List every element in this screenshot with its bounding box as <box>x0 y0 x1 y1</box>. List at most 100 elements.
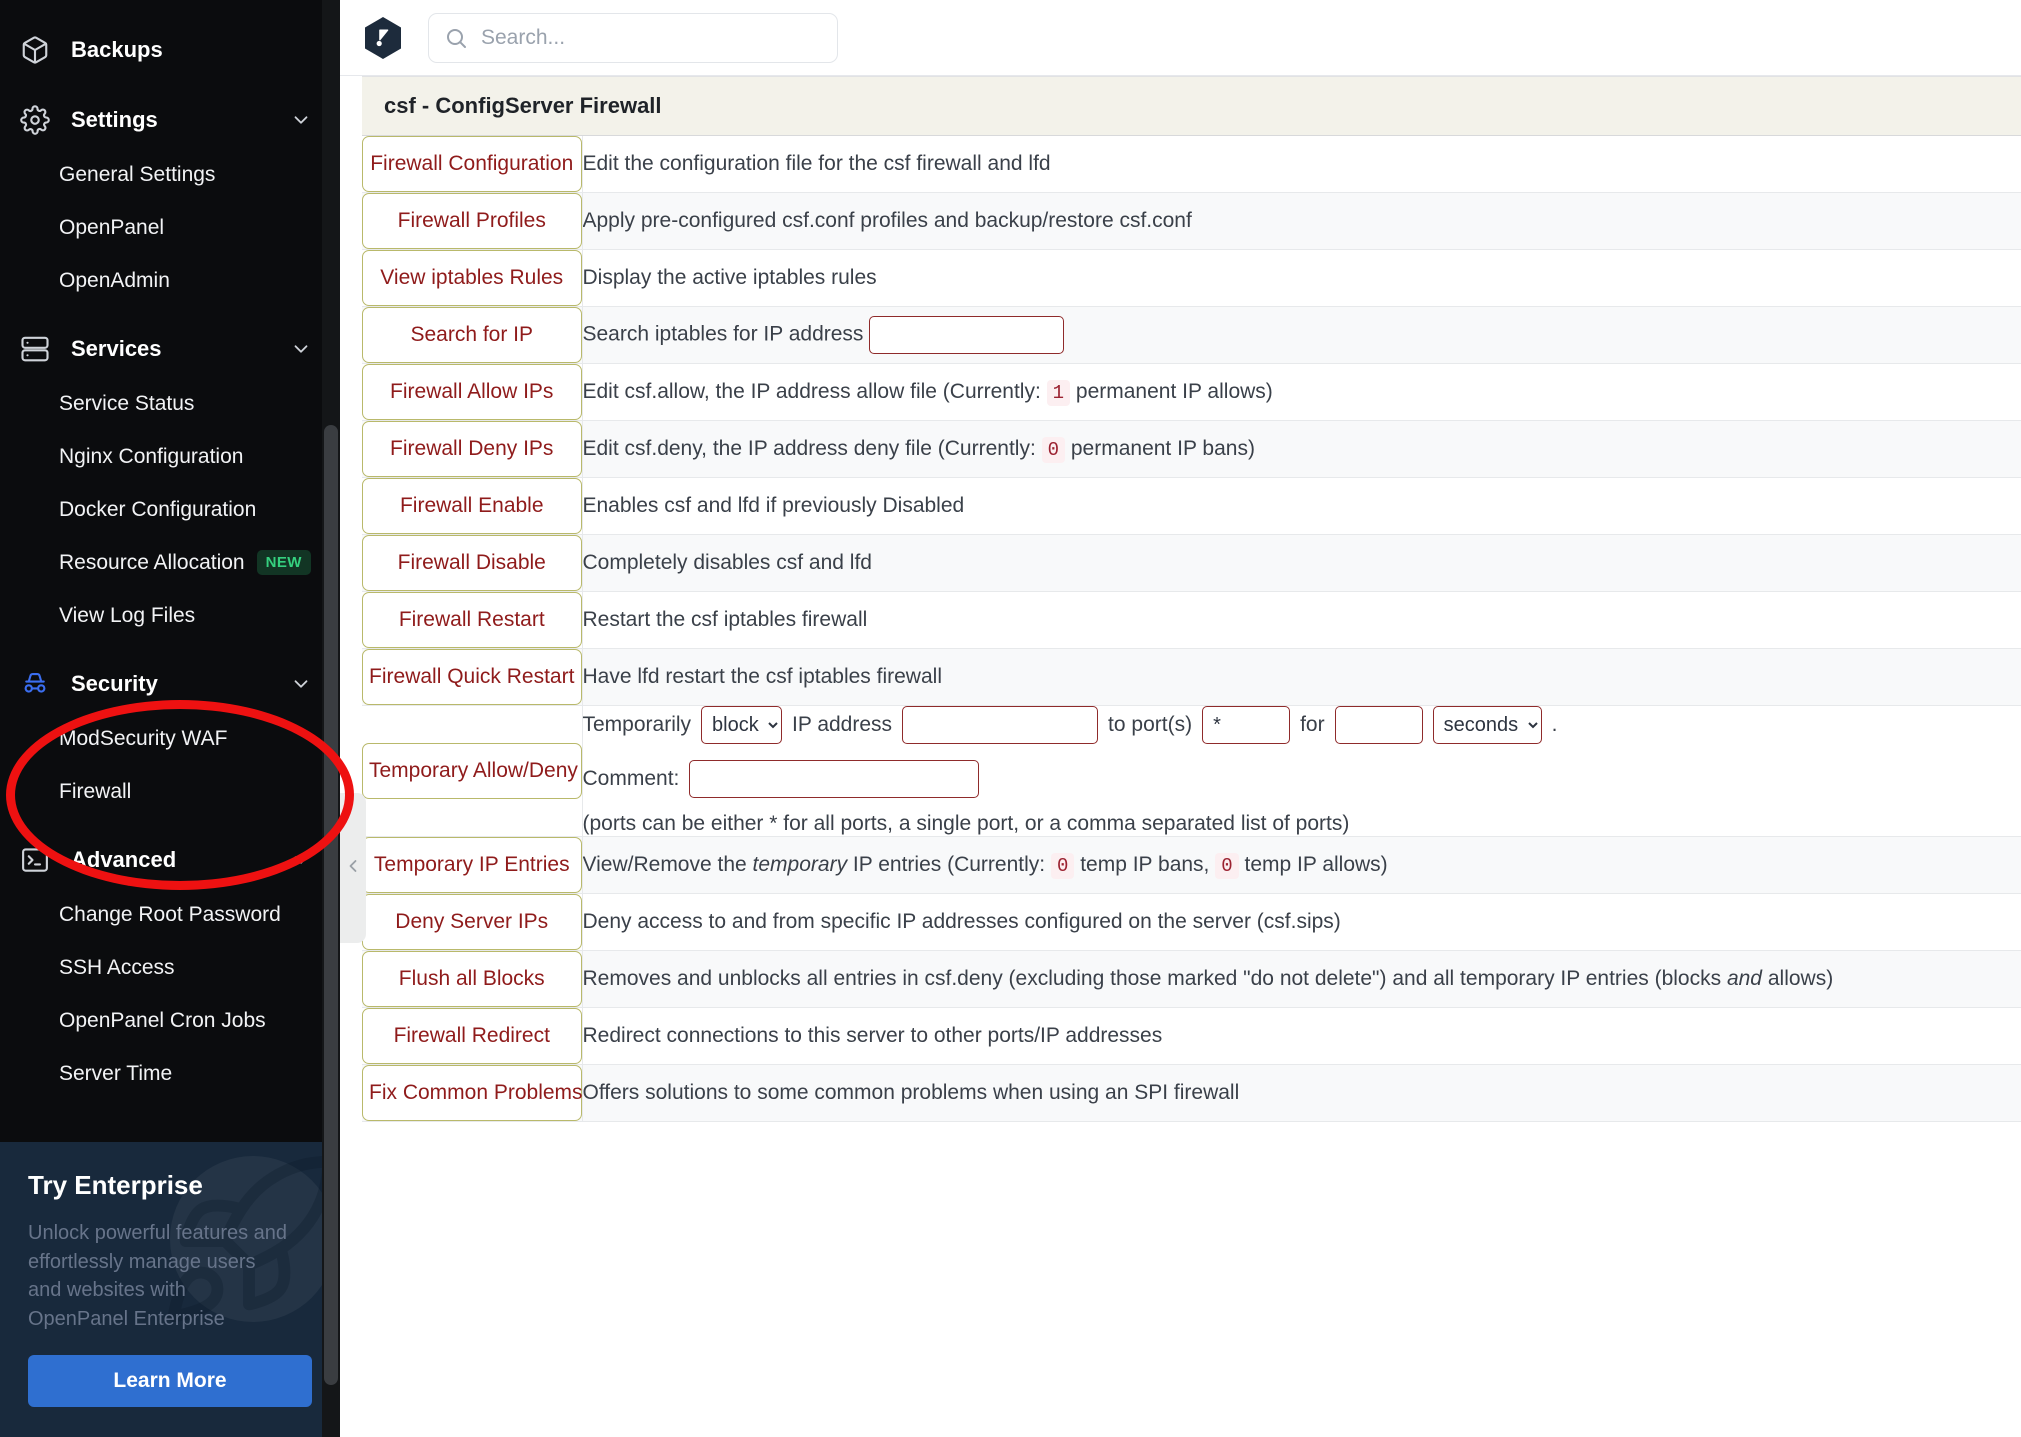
table-cell-button: Temporary IP Entries <box>362 837 582 894</box>
flush-text-2: allows) <box>1768 967 1833 990</box>
deny-ips-text-suffix: permanent IP bans) <box>1071 437 1255 460</box>
sidebar-item-openadmin[interactable]: OpenAdmin <box>0 254 340 307</box>
label-to-ports: to port(s) <box>1108 713 1192 737</box>
sidebar-scrollbar-thumb[interactable] <box>324 425 338 1385</box>
openpanel-logo-icon[interactable] <box>362 17 404 59</box>
new-badge: NEW <box>257 550 311 575</box>
chevron-down-icon[interactable] <box>290 338 312 360</box>
sidebar-item-ssh-access[interactable]: SSH Access <box>0 941 340 994</box>
sidebar-item-firewall[interactable]: Firewall <box>0 765 340 818</box>
table-row: Firewall Deny IPs Edit csf.deny, the IP … <box>362 421 2021 478</box>
table-cell-button: Firewall Disable <box>362 535 582 592</box>
table-row: Search for IP Search iptables for IP add… <box>362 307 2021 364</box>
label-period: . <box>1552 713 1558 737</box>
firewall-configuration-button[interactable]: Firewall Configuration <box>362 136 582 192</box>
learn-more-button[interactable]: Learn More <box>28 1355 312 1407</box>
flush-all-blocks-button[interactable]: Flush all Blocks <box>362 951 582 1007</box>
fix-common-problems-button[interactable]: Fix Common Problems <box>362 1065 582 1121</box>
sidebar-item-label: Service Status <box>59 392 194 416</box>
table-cell-description: Offers solutions to some common problems… <box>582 1065 2021 1122</box>
table-cell-button: Firewall Restart <box>362 592 582 649</box>
table-row: Flush all Blocks Removes and unblocks al… <box>362 951 2021 1008</box>
sidebar-scrollbar-track[interactable] <box>322 0 340 1437</box>
firewall-deny-ips-button[interactable]: Firewall Deny IPs <box>362 421 582 477</box>
sidebar-item-label: Services <box>58 336 290 362</box>
temporary-form-row-2: Comment: <box>583 760 2021 798</box>
sidebar-item-services[interactable]: Services <box>0 321 340 377</box>
search-for-ip-button[interactable]: Search for IP <box>362 307 582 363</box>
nav-spacer <box>0 818 340 832</box>
sidebar-item-openpanel-cron-jobs[interactable]: OpenPanel Cron Jobs <box>0 994 340 1047</box>
table-row: Deny Server IPs Deny access to and from … <box>362 894 2021 951</box>
table-row: Temporary IP Entries View/Remove the tem… <box>362 837 2021 894</box>
terminal-icon <box>12 845 58 875</box>
table-cell-button: View iptables Rules <box>362 250 582 307</box>
sidebar-item-server-time[interactable]: Server Time <box>0 1047 340 1100</box>
sidebar-item-advanced[interactable]: Advanced <box>0 832 340 888</box>
table-row: Firewall Disable Completely disables csf… <box>362 535 2021 592</box>
temporary-allow-deny-button[interactable]: Temporary Allow/Deny <box>362 743 582 799</box>
firewall-profiles-button[interactable]: Firewall Profiles <box>362 193 582 249</box>
table-cell-button: Firewall Allow IPs <box>362 364 582 421</box>
firewall-quick-restart-button[interactable]: Firewall Quick Restart <box>362 649 582 705</box>
temp-ip-bans-count: 0 <box>1051 853 1074 879</box>
sidebar-item-label: OpenAdmin <box>59 269 170 293</box>
deny-server-ips-button[interactable]: Deny Server IPs <box>362 894 582 950</box>
nav-spacer <box>0 642 340 656</box>
search-box <box>428 13 838 63</box>
sidebar-item-openpanel[interactable]: OpenPanel <box>0 201 340 254</box>
table-row: Firewall Allow IPs Edit csf.allow, the I… <box>362 364 2021 421</box>
csf-options-table: Firewall Configuration Edit the configur… <box>362 136 2021 1122</box>
label-for: for <box>1300 713 1325 737</box>
search-ip-input[interactable] <box>869 316 1064 354</box>
sidebar-item-backups[interactable]: Backups <box>0 22 340 78</box>
sidebar-scroll-area: Backups Settings General Settings <box>0 0 340 1142</box>
sidebar-item-label: Change Root Password <box>59 903 281 927</box>
sidebar-item-modsecurity-waf[interactable]: ModSecurity WAF <box>0 712 340 765</box>
temporary-comment-input[interactable] <box>689 760 979 798</box>
server-icon <box>12 334 58 364</box>
deny-ips-text-prefix: Edit csf.deny, the IP address deny file … <box>583 437 1036 460</box>
temporary-ports-input[interactable] <box>1202 706 1290 744</box>
firewall-restart-button[interactable]: Firewall Restart <box>362 592 582 648</box>
promo-title: Try Enterprise <box>28 1170 312 1201</box>
chevron-down-icon[interactable] <box>290 673 312 695</box>
table-cell-button: Firewall Deny IPs <box>362 421 582 478</box>
top-bar <box>340 0 2021 76</box>
sidebar-item-docker-configuration[interactable]: Docker Configuration <box>0 483 340 536</box>
firewall-redirect-button[interactable]: Firewall Redirect <box>362 1008 582 1064</box>
temporary-ip-input[interactable] <box>902 706 1098 744</box>
flush-emphasis: and <box>1727 967 1762 990</box>
sidebar-item-nginx-configuration[interactable]: Nginx Configuration <box>0 430 340 483</box>
temporary-unit-select[interactable]: seconds minutes hours days <box>1433 706 1542 744</box>
table-cell-description: Restart the csf iptables firewall <box>582 592 2021 649</box>
sidebar-item-settings[interactable]: Settings <box>0 92 340 148</box>
search-ip-label: Search iptables for IP address <box>583 323 864 346</box>
view-iptables-rules-button[interactable]: View iptables Rules <box>362 250 582 306</box>
temp-entries-text-1: View/Remove the <box>583 853 747 876</box>
sidebar-item-change-root-password[interactable]: Change Root Password <box>0 888 340 941</box>
table-cell-button: Firewall Configuration <box>362 136 582 193</box>
sidebar-collapse-toggle[interactable] <box>340 793 366 943</box>
sidebar-item-service-status[interactable]: Service Status <box>0 377 340 430</box>
sidebar-item-general-settings[interactable]: General Settings <box>0 148 340 201</box>
firewall-enable-button[interactable]: Firewall Enable <box>362 478 582 534</box>
sidebar-item-label: OpenPanel <box>59 216 164 240</box>
sidebar-item-security[interactable]: Security <box>0 656 340 712</box>
chevron-down-icon[interactable] <box>290 849 312 871</box>
nav-spacer <box>0 78 340 92</box>
firewall-disable-button[interactable]: Firewall Disable <box>362 535 582 591</box>
temporary-duration-input[interactable] <box>1335 706 1423 744</box>
temporary-ip-entries-button[interactable]: Temporary IP Entries <box>362 837 582 893</box>
flush-text-1: Removes and unblocks all entries in csf.… <box>583 967 1722 990</box>
sidebar-item-resource-allocation[interactable]: Resource Allocation NEW <box>0 536 340 589</box>
table-row: Firewall Profiles Apply pre-configured c… <box>362 193 2021 250</box>
sidebar-item-view-log-files[interactable]: View Log Files <box>0 589 340 642</box>
chevron-down-icon[interactable] <box>290 109 312 131</box>
search-input[interactable] <box>428 13 838 63</box>
firewall-allow-ips-button[interactable]: Firewall Allow IPs <box>362 364 582 420</box>
table-cell-button: Deny Server IPs <box>362 894 582 951</box>
sidebar-item-label: Resource Allocation <box>59 551 245 575</box>
table-cell-description: Search iptables for IP address <box>582 307 2021 364</box>
temporary-action-select[interactable]: block allow <box>701 706 782 744</box>
